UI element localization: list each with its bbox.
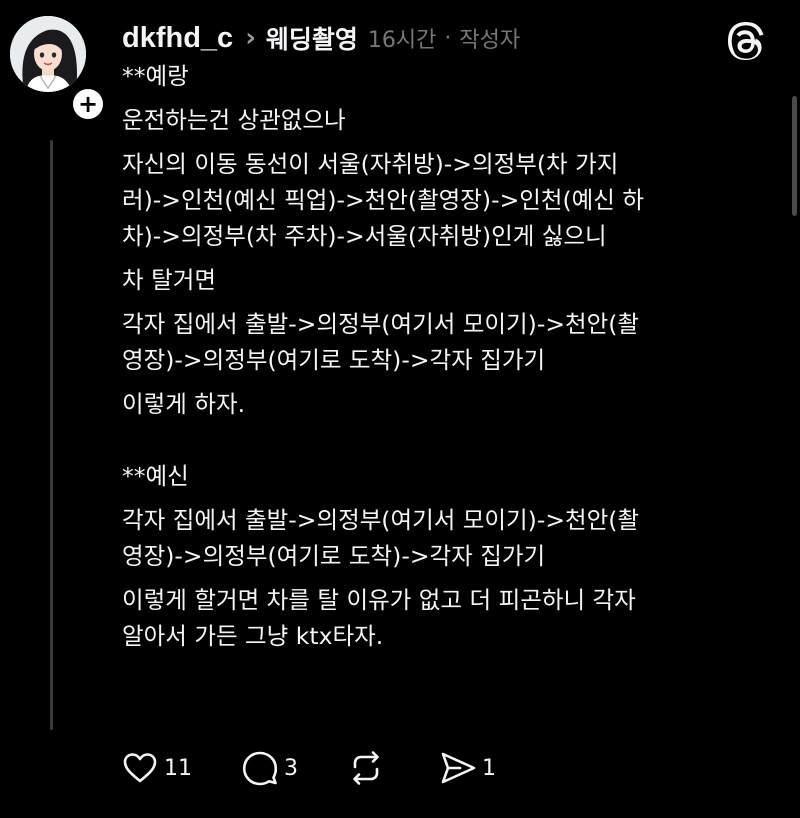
avatar[interactable] — [10, 16, 86, 92]
like-button[interactable]: 11 — [120, 748, 192, 788]
share-count: 1 — [482, 755, 496, 781]
thread-line — [50, 140, 53, 730]
meta-separator: · — [444, 25, 452, 51]
user-avatar-illustration — [10, 16, 86, 92]
body-line: 운전하는건 상관없으나 — [122, 106, 346, 134]
body-line: 영장)->의정부(여기로 도착)->각자 집가기 — [122, 542, 546, 570]
body-line: 러)->인천(예신 픽업)->천안(촬영장)->인천(예신 하 — [122, 186, 644, 214]
body-line: **예랑 — [122, 62, 189, 90]
post-body: **예랑 운전하는건 상관없으나 자신의 이동 동선이 서울(자취방)->의정부… — [122, 58, 772, 654]
body-line: 각자 집에서 출발->의정부(여기서 모이기)->천안(촬 — [122, 310, 640, 338]
scrollbar-thumb[interactable] — [792, 96, 797, 216]
send-icon — [441, 752, 476, 784]
body-line: 차)->의정부(차 주차)->서울(자취방)인게 싫으니 — [122, 222, 607, 250]
action-bar: 11 3 1 — [120, 748, 544, 788]
follow-button[interactable]: + — [70, 86, 106, 122]
topic-tag[interactable]: 웨딩촬영 — [266, 20, 358, 56]
avatar-container[interactable] — [10, 16, 86, 92]
plus-icon: + — [77, 90, 99, 118]
chevron-right-icon: › — [245, 23, 256, 53]
repost-button[interactable] — [346, 748, 390, 788]
share-button[interactable]: 1 — [438, 748, 496, 788]
body-line: 영장)->의정부(여기로 도착)->각자 집가기 — [122, 346, 546, 374]
body-line: 이렇게 하자. — [122, 390, 246, 418]
body-line: 차 탈거면 — [122, 266, 216, 294]
reply-button[interactable]: 3 — [240, 748, 298, 788]
body-line: 각자 집에서 출발->의정부(여기서 모이기)->천안(촬 — [122, 506, 640, 534]
like-count: 11 — [164, 755, 192, 781]
post-time: 16시간 — [367, 28, 437, 53]
heart-icon — [123, 753, 157, 783]
body-line: 알아서 가든 그냥 ktx타자. — [122, 622, 384, 650]
username-link[interactable]: dkfhd_c — [122, 22, 233, 55]
body-line: 이렇게 할거면 차를 탈 이유가 없고 더 피곤하니 각자 — [122, 586, 636, 614]
threads-logo-icon[interactable] — [728, 22, 768, 62]
comment-icon — [242, 751, 278, 786]
reply-count: 3 — [284, 755, 298, 781]
body-line: 자신의 이동 동선이 서울(자취방)->의정부(차 가지 — [122, 150, 619, 178]
repost-icon — [353, 751, 379, 785]
body-line: **예신 — [122, 462, 189, 490]
author-badge: 작성자 — [459, 28, 521, 53]
thread-post: + dkfhd_c › 웨딩촬영 16시간 · 작성자 **예랑 운전하는건 상… — [0, 0, 800, 818]
post-header: dkfhd_c › 웨딩촬영 16시간 · 작성자 — [122, 18, 520, 58]
